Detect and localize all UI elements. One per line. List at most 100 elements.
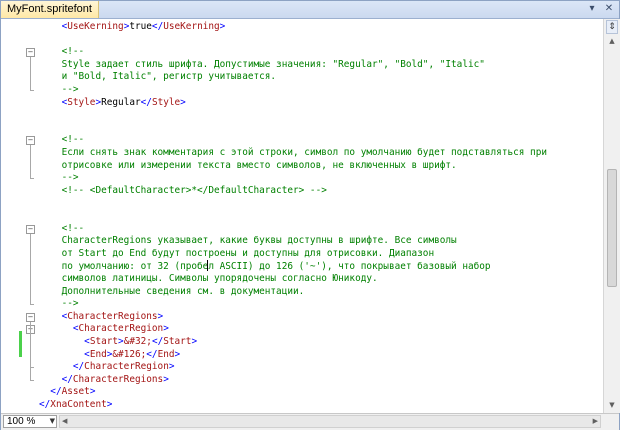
outline-tick bbox=[30, 90, 34, 91]
code-token: --> bbox=[39, 84, 79, 95]
code-line[interactable]: по умолчанию: от 32 (пробел ASCII) до 12… bbox=[39, 260, 603, 272]
code-token: CharacterRegions указывает, какие буквы … bbox=[39, 235, 457, 247]
code-line[interactable]: Дополнительные сведения см. в документац… bbox=[39, 286, 603, 298]
code-token: CharacterRegion bbox=[78, 323, 164, 335]
code-token: CharacterRegion bbox=[84, 361, 169, 373]
collapse-icon[interactable]: − bbox=[26, 224, 35, 234]
code-token: <!-- <DefaultCharacter>*</DefaultCharact… bbox=[39, 184, 327, 196]
code-token: --> bbox=[39, 298, 79, 310]
code-line[interactable]: символов латиницы. Символы упорядочены с… bbox=[39, 273, 603, 285]
collapse-icon[interactable]: − bbox=[26, 312, 35, 322]
code-line[interactable]: и "Bold, Italic", регистр учитывается. bbox=[39, 71, 603, 83]
code-token: Start bbox=[89, 336, 119, 347]
code-line[interactable] bbox=[39, 197, 603, 209]
code-token: </ bbox=[61, 373, 73, 385]
code-line[interactable]: --> bbox=[39, 172, 603, 184]
splitter-icon[interactable]: ⇕ bbox=[606, 20, 618, 34]
scroll-down-icon[interactable]: ▼ bbox=[607, 400, 617, 410]
outline-tick bbox=[30, 304, 34, 306]
code-line[interactable]: <!-- bbox=[39, 223, 603, 235]
code-token: Style bbox=[151, 96, 181, 108]
close-icon[interactable]: ✕ bbox=[602, 2, 616, 16]
code-line[interactable]: Style задает стиль шрифта. Допустимые зн… bbox=[39, 59, 603, 71]
chevron-down-icon: ▼ bbox=[49, 417, 55, 425]
code-token: </ bbox=[146, 348, 158, 360]
code-line[interactable]: Если снять знак комментария с этой строк… bbox=[39, 147, 603, 159]
code-line[interactable]: отрисовке или измерении текста вместо си… bbox=[39, 160, 603, 172]
zoom-value: 100 % bbox=[7, 416, 36, 427]
code-token: --> bbox=[39, 172, 79, 184]
editor-window: MyFont.spritefont ▾ ✕ <UseKerning>true</… bbox=[0, 0, 620, 430]
code-token: символов латиницы. Символы упорядочены с… bbox=[39, 273, 378, 284]
code-token: > bbox=[106, 399, 113, 410]
outline-guide bbox=[30, 233, 31, 306]
code-token: </ bbox=[151, 336, 164, 347]
code-line[interactable]: </CharacterRegions> bbox=[39, 374, 603, 386]
code-token: и "Bold, Italic", регистр учитывается. bbox=[39, 71, 277, 83]
code-token: > bbox=[180, 96, 186, 108]
code-line[interactable]: --> bbox=[39, 84, 603, 96]
code-token: > bbox=[174, 348, 181, 360]
code-token: Style bbox=[67, 96, 96, 108]
code-editor[interactable]: <UseKerning>true</UseKerning> <!-- Style… bbox=[1, 19, 603, 413]
code-token: > bbox=[168, 361, 175, 373]
scroll-left-icon[interactable]: ◀ bbox=[62, 416, 67, 427]
code-token: </ bbox=[39, 399, 51, 410]
code-line[interactable]: <CharacterRegions> bbox=[39, 311, 603, 323]
code-token: > bbox=[163, 373, 169, 385]
vertical-scrollbar[interactable]: ⇕ ▲ ▼ bbox=[603, 19, 620, 413]
document-tab-bar: MyFont.spritefont ▾ ✕ bbox=[1, 1, 619, 19]
code-line[interactable] bbox=[39, 210, 603, 222]
editor-status-bar: 100 % ▼ ◀ ▶ bbox=[1, 413, 619, 430]
code-token: UseKerning bbox=[163, 21, 220, 32]
code-line[interactable] bbox=[39, 109, 603, 121]
code-token: </ bbox=[151, 21, 164, 32]
code-token: <!-- bbox=[39, 46, 85, 58]
scroll-right-icon[interactable]: ▶ bbox=[593, 416, 598, 427]
collapse-icon[interactable]: − bbox=[26, 136, 35, 146]
code-token: л ASCII) до 126 ('~'), что покрывает баз… bbox=[208, 261, 491, 273]
code-token: от Start до End будут построены и доступ… bbox=[39, 247, 435, 259]
code-token: > bbox=[163, 323, 169, 335]
scroll-up-icon[interactable]: ▲ bbox=[607, 36, 617, 46]
horizontal-scrollbar[interactable]: ◀ ▶ bbox=[59, 415, 601, 428]
code-token: End bbox=[157, 348, 175, 360]
code-line[interactable]: </Asset> bbox=[39, 386, 603, 398]
code-token: > bbox=[219, 21, 226, 32]
code-token: <!-- bbox=[39, 222, 85, 234]
chevron-down-icon[interactable]: ▾ bbox=[585, 2, 599, 16]
code-line[interactable]: --> bbox=[39, 298, 603, 310]
code-line[interactable] bbox=[39, 34, 603, 46]
code-line[interactable]: <CharacterRegion> bbox=[39, 323, 603, 335]
outline-guide bbox=[30, 57, 31, 91]
document-tab[interactable]: MyFont.spritefont bbox=[1, 1, 99, 18]
code-line[interactable]: <!-- bbox=[39, 134, 603, 146]
zoom-dropdown[interactable]: 100 % ▼ bbox=[3, 415, 57, 428]
code-line[interactable]: <!-- bbox=[39, 46, 603, 58]
code-line[interactable]: CharacterRegions указывает, какие буквы … bbox=[39, 235, 603, 247]
code-token: Asset bbox=[61, 386, 90, 398]
code-line[interactable]: </CharacterRegion> bbox=[39, 361, 603, 373]
code-token: &#32; bbox=[123, 336, 152, 347]
code-token: Regular bbox=[101, 96, 141, 108]
code-line[interactable]: <Start>&#32;</Start> bbox=[39, 336, 603, 348]
code-line[interactable]: <UseKerning>true</UseKerning> bbox=[39, 21, 603, 33]
code-line[interactable]: от Start до End будут построены и доступ… bbox=[39, 248, 603, 260]
code-token: отрисовке или измерении текста вместо си… bbox=[39, 159, 457, 171]
code-line[interactable]: <Style>Regular</Style> bbox=[39, 97, 603, 109]
code-line[interactable] bbox=[39, 122, 603, 134]
code-token: </ bbox=[140, 96, 152, 108]
code-token: Style задает стиль шрифта. Допустимые зн… bbox=[39, 58, 485, 70]
code-line[interactable]: </XnaContent> bbox=[39, 399, 603, 411]
collapse-icon[interactable]: − bbox=[26, 48, 35, 58]
code-line[interactable]: <End>&#126;</End> bbox=[39, 349, 603, 361]
code-token: CharacterRegions bbox=[67, 310, 158, 322]
code-token: CharacterRegions bbox=[72, 373, 164, 385]
scroll-thumb[interactable] bbox=[607, 169, 617, 287]
code-line[interactable]: <!-- <DefaultCharacter>*</DefaultCharact… bbox=[39, 185, 603, 197]
